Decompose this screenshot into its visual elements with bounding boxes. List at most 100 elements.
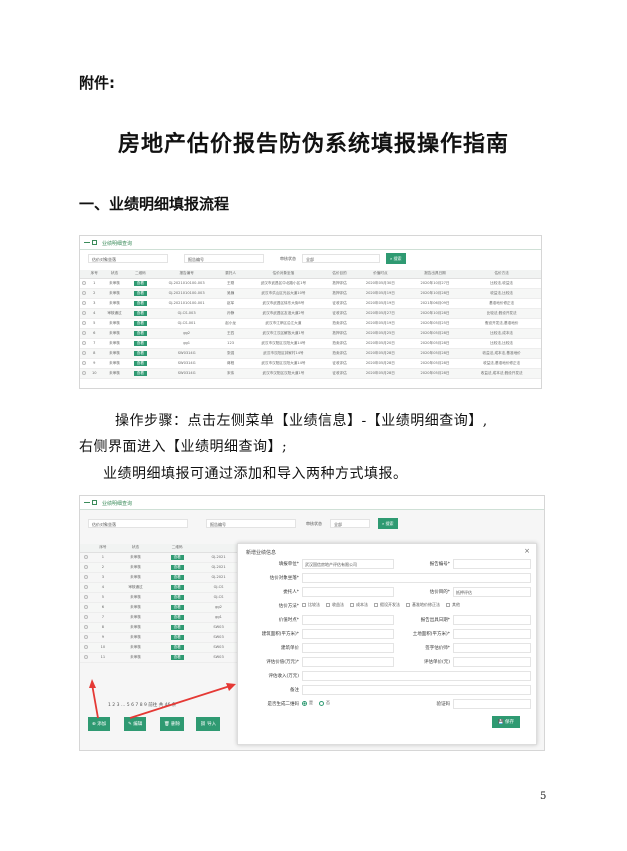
table-row[interactable]: 2 未审核 查看 GJ-2021010100-003 吴巍 武汉市洪山区光谷大道10号 抵押…	[80, 288, 541, 299]
method-checkbox[interactable]: 其他	[446, 602, 460, 607]
table-row[interactable]: 10 未审核 查看 SW03	[80, 642, 240, 653]
field-input[interactable]	[302, 657, 394, 667]
table-row[interactable]: 3 未审核 查看 GJ-2021	[80, 572, 240, 583]
checkbox-icon[interactable]	[326, 603, 330, 607]
view-qr-button[interactable]: 查看	[133, 360, 147, 366]
field-input[interactable]	[302, 685, 531, 695]
row-radio[interactable]	[84, 624, 89, 629]
table-row[interactable]: 1 未审核 查看 GJ-2021010100-003 王刚 武汉市武昌区中北路小区1号 抵押…	[80, 278, 541, 289]
table-row[interactable]: 6 未审核 查看 gg2 王四 武汉市江汉区解放大道1号 抵押评估 2020年05月25日 20…	[80, 328, 541, 339]
view-qr-cell[interactable]: 查看	[128, 278, 153, 289]
row-checkbox-cell[interactable]	[80, 612, 93, 623]
row-radio[interactable]	[81, 340, 86, 345]
table-row[interactable]: 11 未审核 查看 SW03	[80, 652, 240, 663]
row-radio[interactable]	[84, 584, 89, 589]
qr-yes-radio[interactable]: 是	[302, 700, 313, 706]
view-qr-cell[interactable]: 查看	[128, 288, 153, 299]
view-qr-cell[interactable]: 查看	[128, 358, 153, 369]
table-row[interactable]: 4 审核通过 查看 GJ-CS	[80, 582, 240, 593]
field-input[interactable]	[302, 671, 531, 681]
view-qr-cell[interactable]: 查看	[128, 318, 153, 329]
row-checkbox-cell[interactable]	[80, 368, 88, 379]
row-checkbox-cell[interactable]	[80, 348, 88, 359]
view-qr-cell[interactable]: 查看	[157, 612, 198, 623]
view-qr-cell[interactable]: 查看	[128, 328, 153, 339]
row-checkbox-cell[interactable]	[80, 308, 88, 319]
qr-no-radio[interactable]: 否	[319, 700, 330, 706]
table-row[interactable]: 5 未审核 查看 GJ-CS	[80, 592, 240, 603]
view-qr-cell[interactable]: 查看	[128, 298, 153, 309]
field-input[interactable]: 抵押评估	[453, 587, 531, 597]
view-qr-button[interactable]: 查看	[133, 300, 147, 306]
view-qr-button[interactable]: 查看	[170, 634, 184, 640]
table-row[interactable]: 10 未审核 查看 SW0314G 宋伟 武汉市汉阳区汉阳大道1号 征收评估 2020年05月…	[80, 368, 541, 379]
table-row[interactable]: 8 未审核 查看 SW03	[80, 622, 240, 633]
row-checkbox-cell[interactable]	[80, 632, 93, 643]
field-input[interactable]	[453, 699, 531, 709]
row-checkbox-cell[interactable]	[80, 328, 88, 339]
row-radio[interactable]	[81, 290, 86, 295]
pagination[interactable]: 1 2 3 … 5 6 7 8 9 前往 共 46 条	[108, 702, 176, 708]
close-icon[interactable]: ×	[524, 547, 530, 555]
row-radio[interactable]	[81, 330, 86, 335]
row-checkbox-cell[interactable]	[80, 278, 88, 289]
view-qr-cell[interactable]: 查看	[157, 582, 198, 593]
checkbox-icon[interactable]	[374, 603, 378, 607]
view-qr-cell[interactable]: 查看	[157, 652, 198, 663]
field-input[interactable]	[302, 629, 394, 639]
project-input[interactable]: 估价对象坐落	[88, 254, 168, 263]
view-qr-button[interactable]: 查看	[170, 594, 184, 600]
row-radio[interactable]	[84, 564, 89, 569]
table-row[interactable]: 8 未审核 查看 SW0314G 张强 武汉市汉阳区钟家村14号 拍卖评估 2020年05月2…	[80, 348, 541, 359]
row-checkbox-cell[interactable]	[80, 552, 93, 563]
method-checkbox[interactable]: 收益法	[326, 602, 344, 607]
view-qr-button[interactable]: 查看	[170, 624, 184, 630]
row-checkbox-cell[interactable]	[80, 288, 88, 299]
table-row[interactable]: 4 审核通过 查看 GJ-CS-003 孙静 武汉市武昌区友谊大道2号 征收评估 2020年0…	[80, 308, 541, 319]
row-checkbox-cell[interactable]	[80, 622, 93, 633]
save-button[interactable]: 💾 保存	[491, 716, 520, 728]
add-button[interactable]: ⊕ 添加	[88, 717, 111, 731]
table-row[interactable]: 7 未审核 查看 gg1	[80, 612, 240, 623]
status-select[interactable]: 全部	[302, 254, 380, 263]
row-radio[interactable]	[81, 370, 86, 375]
row-radio[interactable]	[84, 614, 89, 619]
table-row[interactable]: 5 未审核 查看 GJ-CS-001 赵小龙 武汉市江岸区沿江大道 拍卖评估 2020年05月…	[80, 318, 541, 329]
row-checkbox-cell[interactable]	[80, 338, 88, 349]
row-checkbox-cell[interactable]	[80, 358, 88, 369]
method-checkbox[interactable]: 基准地价修正法	[406, 602, 440, 607]
view-qr-cell[interactable]: 查看	[128, 308, 153, 319]
field-input[interactable]: 武汉国信房地产评估有限公司	[302, 559, 394, 569]
row-radio[interactable]	[81, 310, 86, 315]
view-qr-cell[interactable]: 查看	[128, 348, 153, 359]
table-row[interactable]: 2 未审核 查看 GJ-2021	[80, 562, 240, 573]
checkbox-icon[interactable]	[446, 603, 450, 607]
view-qr-button[interactable]: 查看	[170, 554, 184, 560]
table-row[interactable]: 3 未审核 查看 GJ-2021010100-001 赵军 武汉市武昌区徐东大街8号 征收评…	[80, 298, 541, 309]
view-qr-cell[interactable]: 查看	[157, 592, 198, 603]
view-qr-cell[interactable]: 查看	[157, 632, 198, 643]
row-checkbox-cell[interactable]	[80, 652, 93, 663]
view-qr-button[interactable]: 查看	[170, 564, 184, 570]
field-input[interactable]	[302, 615, 394, 625]
row-checkbox-cell[interactable]	[80, 592, 93, 603]
view-qr-button[interactable]: 查看	[133, 290, 147, 296]
row-checkbox-cell[interactable]	[80, 298, 88, 309]
field-input[interactable]	[453, 629, 531, 639]
row-radio[interactable]	[81, 320, 86, 325]
report-number-input[interactable]: 报告编号	[206, 519, 296, 528]
field-input[interactable]	[302, 587, 394, 597]
row-radio[interactable]	[84, 554, 89, 559]
view-qr-cell[interactable]: 查看	[157, 602, 198, 613]
view-qr-cell[interactable]: 查看	[157, 642, 198, 653]
radio-icon[interactable]	[319, 700, 324, 706]
row-radio[interactable]	[81, 360, 86, 365]
search-button[interactable]: ⌕ 搜索	[386, 253, 406, 264]
view-qr-button[interactable]: 查看	[133, 280, 147, 286]
method-checkbox[interactable]: 比较法	[302, 602, 320, 607]
report-number-input[interactable]: 报告编号	[184, 254, 264, 263]
view-qr-button[interactable]: 查看	[170, 574, 184, 580]
row-radio[interactable]	[84, 574, 89, 579]
row-checkbox-cell[interactable]	[80, 572, 93, 583]
view-qr-button[interactable]: 查看	[133, 370, 147, 376]
